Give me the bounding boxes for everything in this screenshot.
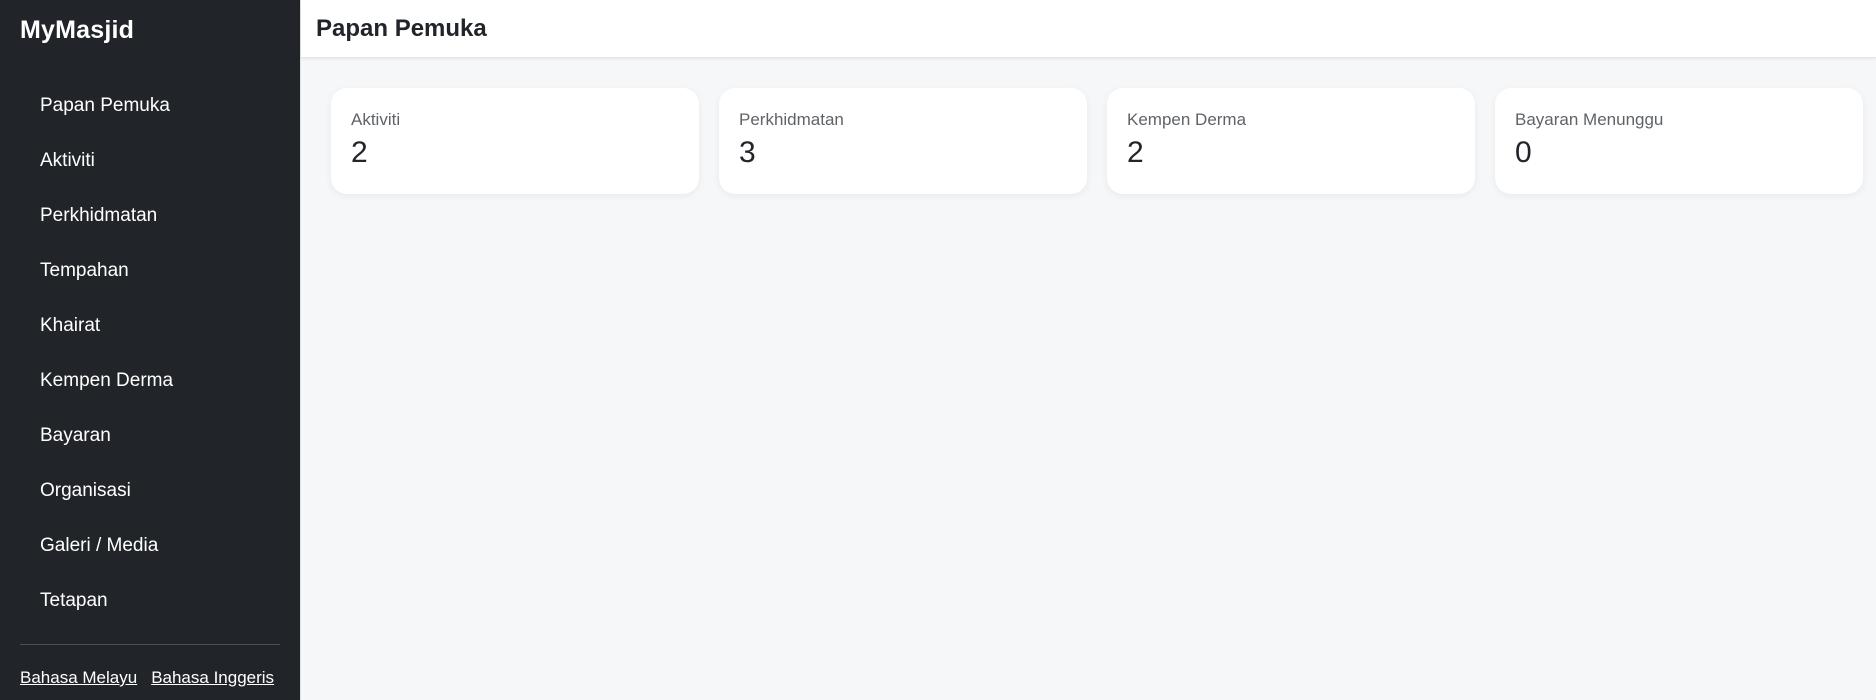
sidebar-item-organisasi[interactable]: Organisasi	[20, 463, 280, 518]
stat-label: Kempen Derma	[1127, 110, 1247, 129]
app-root: MyMasjid Papan Pemuka Aktiviti Perkhidma…	[0, 0, 1876, 700]
sidebar-item-khairat[interactable]: Khairat	[20, 298, 280, 353]
stat-value: 0	[1515, 136, 1532, 169]
page-title: Papan Pemuka	[316, 14, 487, 42]
sidebar-item-bayaran[interactable]: Bayaran	[20, 408, 280, 463]
language-link-bahasa-melayu[interactable]: Bahasa Melayu	[20, 668, 137, 688]
language-link-bahasa-inggeris[interactable]: Bahasa Inggeris	[151, 668, 274, 688]
stat-card-aktiviti: Aktiviti 2	[331, 88, 699, 194]
stat-card-perkhidmatan: Perkhidmatan 3	[719, 88, 1087, 194]
stat-card-bayaran-menunggu: Bayaran Menunggu 0	[1495, 88, 1863, 194]
main-content: Papan Pemuka Aktiviti 2 Perkhidmatan 3 K…	[300, 0, 1876, 700]
sidebar-item-kempen-derma[interactable]: Kempen Derma	[20, 353, 280, 408]
stat-label: Bayaran Menunggu	[1515, 110, 1664, 129]
sidebar-item-perkhidmatan[interactable]: Perkhidmatan	[20, 188, 280, 243]
sidebar-item-tempahan[interactable]: Tempahan	[20, 243, 280, 298]
brand-logo-text[interactable]: MyMasjid	[20, 16, 134, 45]
stat-card-kempen-derma: Kempen Derma 2	[1107, 88, 1475, 194]
sidebar-nav: Papan Pemuka Aktiviti Perkhidmatan Tempa…	[20, 78, 280, 628]
sidebar-item-galeri-media[interactable]: Galeri / Media	[20, 518, 280, 573]
sidebar-item-papan-pemuka[interactable]: Papan Pemuka	[20, 78, 280, 133]
sidebar-item-tetapan[interactable]: Tetapan	[20, 573, 280, 628]
sidebar-divider	[20, 644, 280, 645]
sidebar: MyMasjid Papan Pemuka Aktiviti Perkhidma…	[0, 0, 300, 700]
stat-value: 3	[739, 136, 756, 169]
stat-value: 2	[1127, 136, 1144, 169]
stat-label: Perkhidmatan	[739, 110, 844, 129]
stat-value: 2	[351, 136, 368, 169]
top-bar: Papan Pemuka	[301, 0, 1876, 58]
sidebar-item-aktiviti[interactable]: Aktiviti	[20, 133, 280, 188]
stats-cards: Aktiviti 2 Perkhidmatan 3 Kempen Derma 2…	[331, 88, 1863, 194]
stat-label: Aktiviti	[351, 110, 401, 129]
language-switcher: Bahasa Melayu Bahasa Inggeris	[20, 668, 274, 688]
